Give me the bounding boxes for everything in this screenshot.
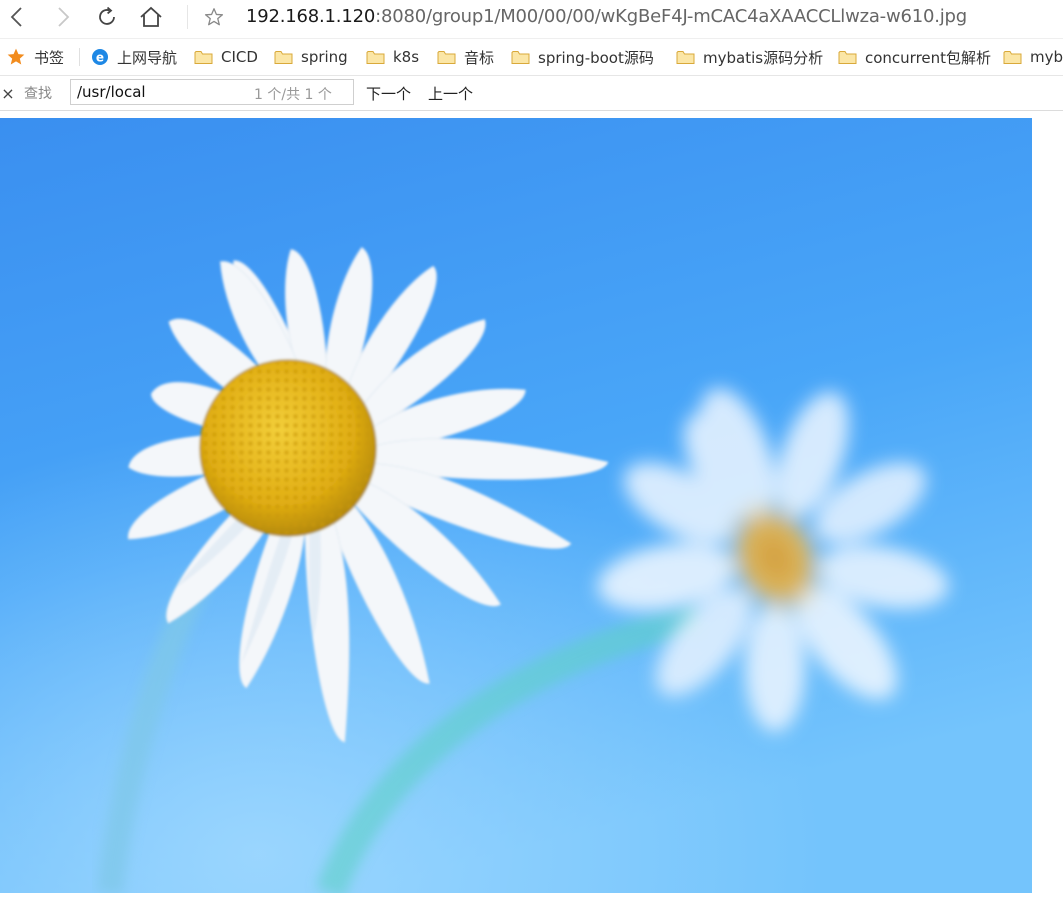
- image-viewport: [0, 118, 1032, 893]
- nav-separator: [187, 5, 188, 29]
- bookmark-star-button[interactable]: [197, 0, 231, 34]
- find-match-count: 1 个/共 1 个: [254, 87, 332, 103]
- bookmark-folder[interactable]: concurrent包解析: [838, 39, 991, 75]
- find-previous-button[interactable]: 上一个: [428, 83, 473, 104]
- bookmark-label: 上网导航: [117, 48, 178, 67]
- star-icon: [7, 48, 25, 65]
- address-path: :8080/group1/M00/00/00/wKgBeF4J-mCAC4aXA…: [375, 6, 968, 27]
- find-label: 查找: [24, 86, 52, 102]
- close-icon: ×: [1, 83, 15, 103]
- address-bar[interactable]: 192.168.1.120:8080/group1/M00/00/00/wKgB…: [246, 4, 967, 30]
- bookmark-label: CICD: [221, 48, 258, 66]
- reload-button[interactable]: [90, 0, 124, 34]
- svg-text:e: e: [96, 50, 104, 64]
- chevron-right-icon: [58, 7, 70, 27]
- forward-button[interactable]: [46, 0, 80, 34]
- folder-icon: [194, 50, 213, 64]
- bookmark-label: spring: [301, 48, 348, 66]
- bookmark-item[interactable]: e 上网导航: [91, 39, 177, 75]
- bookmark-folder[interactable]: spring: [274, 39, 348, 75]
- bookmark-label: k8s: [393, 48, 420, 66]
- bookmark-label: concurrent包解析: [865, 48, 992, 67]
- ie-icon: e: [92, 49, 108, 65]
- bookmarks-label: 书签: [34, 48, 65, 67]
- bookmark-label: mybatis源码分析: [703, 48, 824, 67]
- bookmark-folder[interactable]: mybatis源码分析: [676, 39, 823, 75]
- bookmark-folder[interactable]: k8s: [366, 39, 419, 75]
- find-bar: × 查找 1 个/共 1 个 下一个 上一个: [0, 76, 1063, 111]
- bookmark-label: 音标: [464, 48, 495, 67]
- folder-icon: [366, 50, 385, 64]
- folder-icon: [1003, 50, 1022, 64]
- bookmarks-bar: 书签 e 上网导航 CICD spring k8s 音标 spring-boot…: [0, 38, 1063, 76]
- chevron-left-icon: [10, 7, 22, 27]
- bookmark-folder[interactable]: myb: [1003, 39, 1063, 75]
- find-next-button[interactable]: 下一个: [366, 83, 411, 104]
- home-button[interactable]: [134, 0, 168, 34]
- bookmark-folder[interactable]: 音标: [437, 39, 494, 75]
- close-find-button[interactable]: ×: [0, 82, 16, 104]
- bookmark-label: spring-boot源码: [538, 48, 654, 67]
- reload-icon: [99, 6, 115, 25]
- daisy-photo: [0, 118, 1032, 893]
- home-icon: [140, 6, 162, 27]
- bookmark-label: myb: [1030, 48, 1063, 66]
- folder-icon: [676, 50, 695, 64]
- folder-icon: [274, 50, 293, 64]
- bookmark-folder[interactable]: CICD: [194, 39, 258, 75]
- folder-icon: [511, 50, 530, 64]
- back-button[interactable]: [0, 0, 34, 34]
- bookmark-folder[interactable]: spring-boot源码: [511, 39, 654, 75]
- star-outline-icon: [204, 8, 224, 26]
- address-host: 192.168.1.120: [246, 6, 376, 27]
- navigation-bar: 192.168.1.120:8080/group1/M00/00/00/wKgB…: [0, 0, 1063, 36]
- bookmarks-separator: [79, 48, 80, 66]
- folder-icon: [838, 50, 857, 64]
- bookmarks-menu[interactable]: 书签: [6, 39, 64, 75]
- folder-icon: [437, 50, 456, 64]
